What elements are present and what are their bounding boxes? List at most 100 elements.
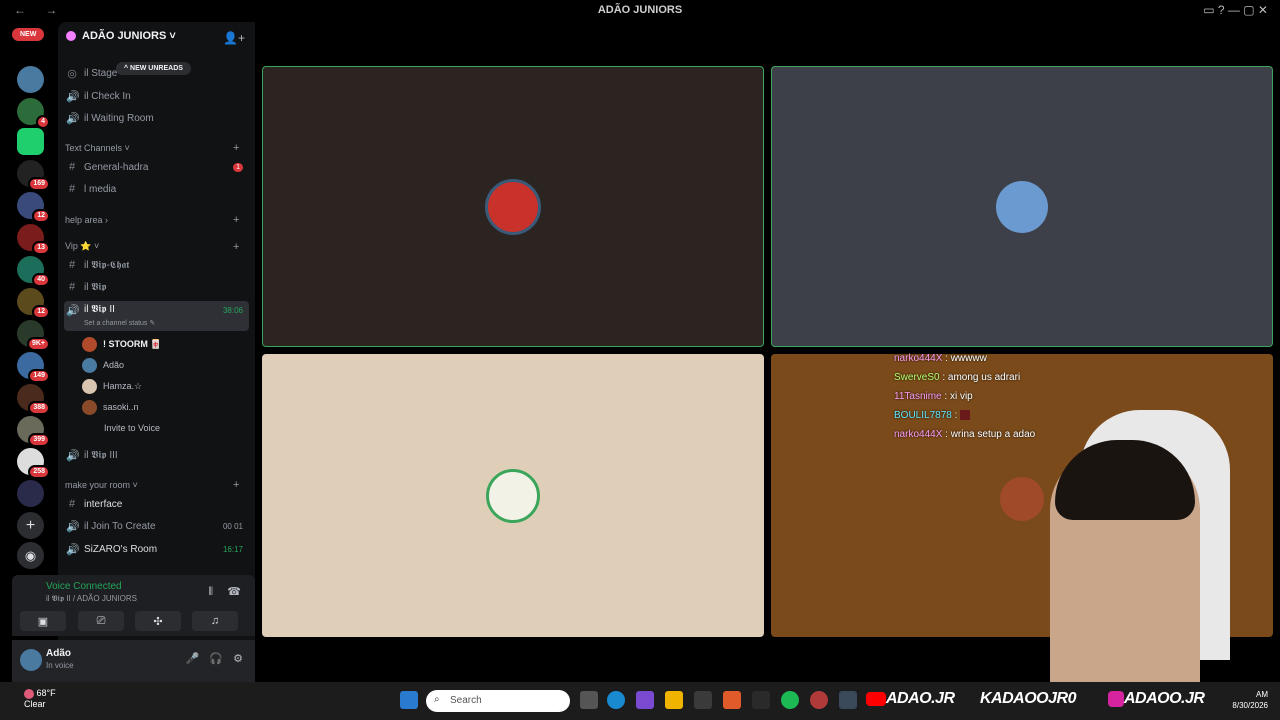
new-badge[interactable]: NEW	[12, 28, 45, 41]
avatar	[485, 178, 541, 235]
teams-icon[interactable]	[636, 691, 654, 709]
clock[interactable]: AM 8/30/2026	[1232, 689, 1268, 711]
weather-widget[interactable]: 68°F Clear	[24, 688, 56, 710]
folder-icon[interactable]	[665, 691, 683, 709]
channel-general[interactable]: # General-hadra 1	[64, 157, 249, 177]
youtube-icon	[866, 691, 886, 706]
screen-share-button[interactable]: ⎚	[78, 611, 124, 631]
instagram-icon	[1108, 690, 1124, 707]
server-icon[interactable]	[17, 480, 44, 507]
server-icon[interactable]: 388	[17, 384, 50, 415]
avatar	[486, 468, 540, 523]
speaker-icon: 🔊	[66, 520, 80, 533]
activities-button[interactable]: ✣	[135, 611, 181, 631]
channel-media[interactable]: # l media	[64, 179, 249, 199]
speaker-icon: 🔊	[66, 449, 80, 462]
soundboard-button[interactable]: ♫	[192, 611, 238, 631]
voice-user[interactable]: Adão	[82, 356, 124, 374]
invite-to-voice[interactable]: Invite to Voice	[104, 419, 160, 437]
voice-user[interactable]: ! STOORM 🀄	[82, 335, 162, 353]
channel-check-in[interactable]: 🔊 il Check In	[64, 86, 249, 106]
add-channel-icon: +	[233, 142, 240, 154]
brave-icon[interactable]	[723, 691, 741, 709]
chat-line: narko444X : wwwww	[894, 353, 987, 364]
server-icon[interactable]: 258	[17, 448, 50, 479]
username: Adão	[46, 648, 71, 659]
noise-icon[interactable]: ⫴	[208, 586, 213, 599]
channel-join-to-create[interactable]: 🔊 il Join To Create 00 01	[64, 516, 249, 536]
participant-tile[interactable]	[262, 66, 764, 347]
spotify-icon[interactable]	[781, 691, 799, 709]
server-icon[interactable]	[17, 66, 44, 93]
category-text-channels[interactable]: Text Channels ˅ +	[65, 142, 255, 154]
unread-badge: 1	[233, 162, 243, 172]
discover-icon[interactable]: ◉	[17, 542, 44, 569]
channel-sizaro-room[interactable]: 🔊 SiZARO's Room 16:17	[64, 539, 249, 559]
speaker-icon: 🔊	[66, 543, 80, 556]
add-channel-icon: +	[233, 479, 240, 491]
stage-icon: ◎	[67, 67, 77, 80]
add-channel-icon: +	[233, 214, 240, 226]
store-icon[interactable]	[694, 691, 712, 709]
voice-user[interactable]: Hamza.☆	[82, 377, 142, 395]
voice-status: Voice Connected	[46, 581, 122, 592]
app-icon[interactable]	[810, 691, 828, 709]
channel-interface[interactable]: # interface	[64, 494, 249, 514]
voice-connected-panel: Voice Connected il 𝖁𝖎𝖕 II / ADÃO JUNIORS…	[12, 575, 255, 636]
search-box[interactable]: ⌕ Search	[426, 690, 570, 712]
speaker-icon: 🔊	[66, 90, 80, 103]
hash-icon: #	[68, 281, 76, 293]
channel-vip-2[interactable]: 🔊 il 𝖁𝖎𝖕 II 38:06 Set a channel status ✎	[64, 301, 249, 331]
new-unreads-button[interactable]: ^ NEW UNREADS	[116, 62, 191, 75]
server-icon[interactable]: 4	[17, 98, 50, 129]
participant-tile[interactable]	[771, 66, 1273, 347]
server-icon[interactable]: 12	[17, 288, 50, 319]
server-icon[interactable]: 12	[17, 192, 50, 223]
server-icon[interactable]: 169	[17, 160, 50, 191]
task-view-icon[interactable]	[580, 691, 598, 709]
server-icon[interactable]: 399	[17, 416, 50, 447]
user-status: In voice	[46, 661, 74, 670]
edge-icon[interactable]	[607, 691, 625, 709]
kick-brand: KADAOOJR0	[980, 690, 1076, 707]
channel-list: ◎ il Stage 🔊 il Check In 🔊 il Waiting Room …	[58, 22, 255, 582]
settings-icon[interactable]	[839, 691, 857, 709]
channel-status[interactable]: Set a channel status ✎	[84, 319, 155, 327]
headphones-icon[interactable]: 🎧	[209, 652, 223, 665]
participant-tile[interactable]	[262, 354, 764, 637]
channel-vip[interactable]: # il 𝖁𝖎𝖕	[64, 277, 249, 297]
category-vip[interactable]: Vip ⭐ ˅ +	[65, 240, 255, 253]
server-icon[interactable]: 40	[17, 256, 50, 287]
server-icon[interactable]	[17, 128, 44, 155]
channel-waiting-room[interactable]: 🔊 il Waiting Room	[64, 108, 249, 128]
disconnect-icon[interactable]: ☎	[227, 585, 241, 598]
add-channel-icon: +	[233, 240, 240, 253]
hash-icon: #	[68, 259, 76, 271]
window-controls[interactable]: ▭ ? — ▢ ✕	[1203, 3, 1268, 17]
capcut-icon[interactable]	[752, 691, 770, 709]
server-icon[interactable]: 149	[17, 352, 50, 383]
search-icon: ⌕	[434, 694, 440, 705]
speaker-icon: 🔊	[66, 112, 80, 125]
category-make-your-room[interactable]: make your room ˅ +	[65, 479, 255, 491]
voice-location[interactable]: il 𝖁𝖎𝖕 II / ADÃO JUNIORS	[34, 594, 137, 604]
avatar[interactable]	[20, 649, 42, 671]
hash-icon: #	[68, 498, 76, 510]
add-server-icon[interactable]: +	[17, 512, 44, 539]
voice-user[interactable]: sasoki..n	[82, 398, 139, 416]
chat-line: 11Tasnime : xi vip	[894, 391, 973, 402]
channel-vip-3[interactable]: 🔊 il 𝖁𝖎𝖕 III	[64, 445, 249, 465]
server-icon[interactable]: 13	[17, 224, 50, 255]
title-bar: ← → ADÃO JUNIORS ▭ ? — ▢ ✕	[0, 0, 1280, 22]
start-icon[interactable]	[400, 691, 418, 709]
server-icon[interactable]: 9K+	[17, 320, 50, 351]
camera-button[interactable]: ▣	[20, 611, 66, 631]
window-title: ADÃO JUNIORS	[597, 4, 683, 16]
mic-icon[interactable]: 🎤	[186, 652, 200, 665]
chat-line: narko444X : wrina setup a adao	[894, 429, 1036, 440]
hash-icon: #	[68, 183, 76, 195]
category-help-area[interactable]: help area › +	[65, 214, 255, 226]
emote-icon	[960, 410, 971, 421]
channel-vip-chat[interactable]: # il 𝖁𝖎𝖕-𝕮𝖍𝖆𝖙	[64, 255, 249, 275]
gear-icon[interactable]: ⚙	[233, 652, 243, 665]
